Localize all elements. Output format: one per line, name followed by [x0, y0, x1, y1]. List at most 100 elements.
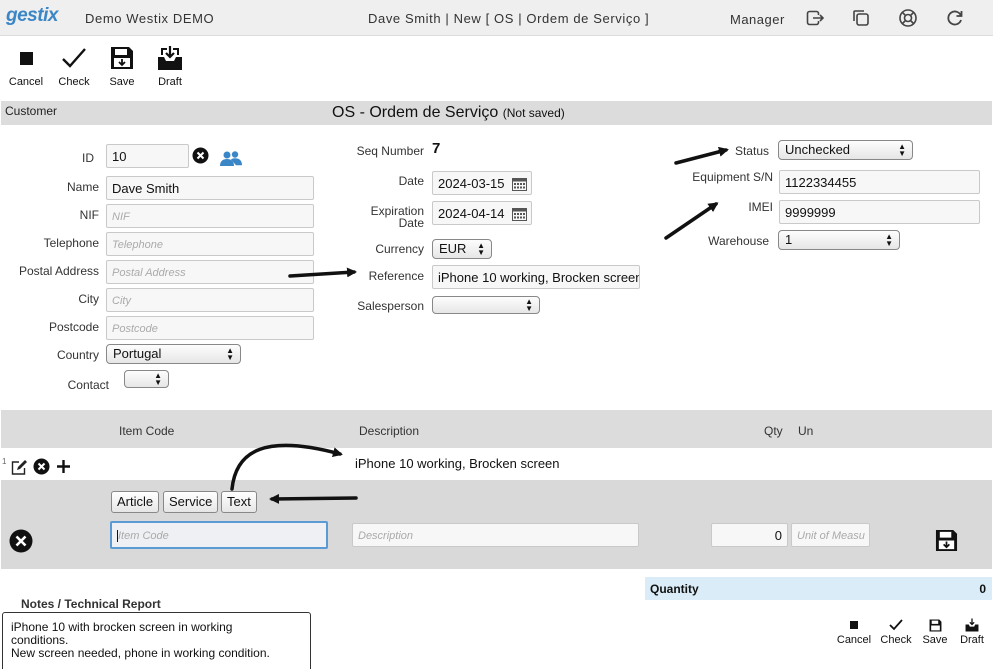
postal-address-field[interactable]: Postal Address [106, 260, 314, 284]
item-code-column-header: Item Code [119, 424, 175, 438]
warehouse-label: Warehouse [708, 234, 769, 248]
customer-section-label: Customer [5, 104, 58, 118]
draft-button-label: Draft [158, 76, 182, 88]
form-title-text: OS - Ordem de Serviço [332, 104, 499, 121]
status-select[interactable]: Unchecked ▲ ▼ [778, 140, 913, 160]
service-type-button[interactable]: Service [163, 491, 219, 513]
currency-select[interactable]: EUR ▲ ▼ [432, 239, 492, 259]
postcode-field[interactable]: Postcode [106, 316, 314, 340]
select-arrows-icon: ▲ ▼ [226, 346, 234, 362]
seq-number-label: Seq Number [356, 144, 424, 158]
customer-search-users-icon[interactable] [220, 150, 242, 169]
telephone-field[interactable]: Telephone [106, 232, 314, 256]
country-select[interactable]: Portugal ▲ ▼ [106, 344, 241, 364]
warehouse-select[interactable]: 1 ▲ ▼ [778, 230, 900, 250]
nif-field[interactable]: NIF [106, 204, 314, 228]
calendar-icon[interactable] [512, 207, 527, 224]
equipment-serial-label: Equipment S/N [692, 170, 773, 184]
notes-textarea[interactable]: iPhone 10 with brocken screen in working… [2, 612, 311, 669]
country-label: Country [56, 348, 99, 362]
text-type-button[interactable]: Text [221, 491, 257, 513]
footer-save-button[interactable]: Save [918, 616, 952, 646]
footer-save-label: Save [922, 634, 948, 646]
reference-label: Reference [368, 269, 424, 283]
check-button-label: Check [58, 76, 90, 88]
date-field-value: 2024-03-15 [438, 176, 505, 191]
equipment-serial-field[interactable]: 1122334455 [779, 170, 980, 194]
imei-field[interactable]: 9999999 [779, 200, 980, 224]
unit-column-header: Un [798, 424, 814, 438]
cancel-line-edit-icon[interactable] [9, 529, 33, 556]
stop-icon [836, 616, 872, 634]
select-arrows-icon: ▲ ▼ [885, 232, 893, 248]
customer-name-field[interactable]: Dave Smith [106, 176, 314, 200]
calendar-icon[interactable] [512, 177, 527, 194]
item-code-placeholder: Item Code [118, 530, 169, 542]
reference-field[interactable]: iPhone 10 working, Brocken screen [432, 265, 640, 289]
city-field[interactable]: City [106, 288, 314, 312]
postcode-label: Postcode [48, 320, 99, 334]
floppy-save-icon [918, 616, 952, 634]
user-role: Manager [730, 12, 785, 27]
save-button[interactable]: Save [100, 44, 144, 88]
cancel-button-label: Cancel [8, 76, 44, 88]
nif-label: NIF [79, 208, 99, 222]
date-label: Date [398, 174, 424, 188]
line-unit-input[interactable]: Unit of Measu [791, 523, 870, 547]
footer-cancel-label: Cancel [836, 634, 872, 646]
form-title: OS - Ordem de Serviço (Not saved) [332, 104, 565, 122]
refresh-icon[interactable] [945, 8, 965, 28]
clear-customer-icon[interactable] [192, 147, 209, 167]
gestix-logo[interactable]: gestix [6, 5, 58, 27]
select-arrows-icon: ▲ ▼ [525, 297, 533, 313]
logout-icon[interactable] [805, 8, 825, 28]
id-label: ID [82, 151, 94, 165]
notes-title: Notes / Technical Report [21, 597, 161, 611]
contact-label: Contact [67, 378, 109, 392]
footer-check-button[interactable]: Check [878, 616, 914, 646]
select-arrows-icon: ▲ ▼ [477, 241, 485, 257]
expiration-label-line2: Date [398, 216, 424, 230]
contact-select[interactable]: ▲ ▼ [124, 370, 169, 388]
save-button-label: Save [109, 76, 135, 88]
qty-column-header: Qty [764, 424, 783, 438]
footer-draft-button[interactable]: Draft [956, 616, 988, 646]
salesperson-select[interactable]: ▲ ▼ [432, 296, 540, 314]
line-description-input[interactable]: Description [352, 523, 639, 547]
select-arrows-icon: ▲ ▼ [898, 142, 906, 158]
seq-number-value: 7 [432, 140, 441, 157]
expiration-date-value: 2024-04-14 [438, 206, 505, 221]
footer-check-label: Check [880, 634, 912, 646]
document-title: Dave Smith | New [ OS | Ordem de Serviço… [368, 11, 650, 26]
currency-label: Currency [375, 242, 424, 256]
help-lifebuoy-icon[interactable] [898, 8, 918, 28]
customer-id-field[interactable]: 10 [106, 144, 189, 168]
warehouse-select-value: 1 [785, 232, 793, 247]
check-button[interactable]: Check [52, 44, 96, 88]
draft-button[interactable]: Draft [148, 44, 192, 88]
postal-address-label: Postal Address [18, 264, 99, 278]
select-arrows-icon: ▲ ▼ [154, 371, 162, 387]
quantity-summary-label: Quantity [650, 582, 699, 596]
checkmark-icon [878, 616, 914, 634]
notes-line: New screen needed, phone in working cond… [11, 646, 270, 660]
cancel-button[interactable]: Cancel [4, 44, 48, 88]
article-type-button[interactable]: Article [111, 491, 160, 513]
footer-cancel-button[interactable]: Cancel [836, 616, 872, 646]
item-code-input[interactable]: Item Code [110, 521, 328, 549]
telephone-label: Telephone [43, 236, 99, 250]
currency-select-value: EUR [439, 241, 467, 256]
remove-line-icon[interactable] [33, 458, 50, 478]
status-label: Status [734, 144, 769, 158]
company-name: Demo Westix DEMO [85, 11, 215, 26]
line-description: iPhone 10 working, Brocken screen [355, 456, 560, 471]
duplicate-window-icon[interactable] [851, 8, 871, 28]
line-qty-input[interactable]: 0 [711, 523, 788, 547]
add-line-icon[interactable] [56, 459, 71, 477]
line-number: 1 [2, 457, 7, 466]
save-line-icon[interactable] [935, 529, 958, 555]
edit-line-icon[interactable] [11, 460, 28, 478]
status-select-value: Unchecked [785, 142, 851, 157]
footer-draft-label: Draft [960, 634, 984, 646]
salesperson-label: Salesperson [357, 299, 424, 313]
